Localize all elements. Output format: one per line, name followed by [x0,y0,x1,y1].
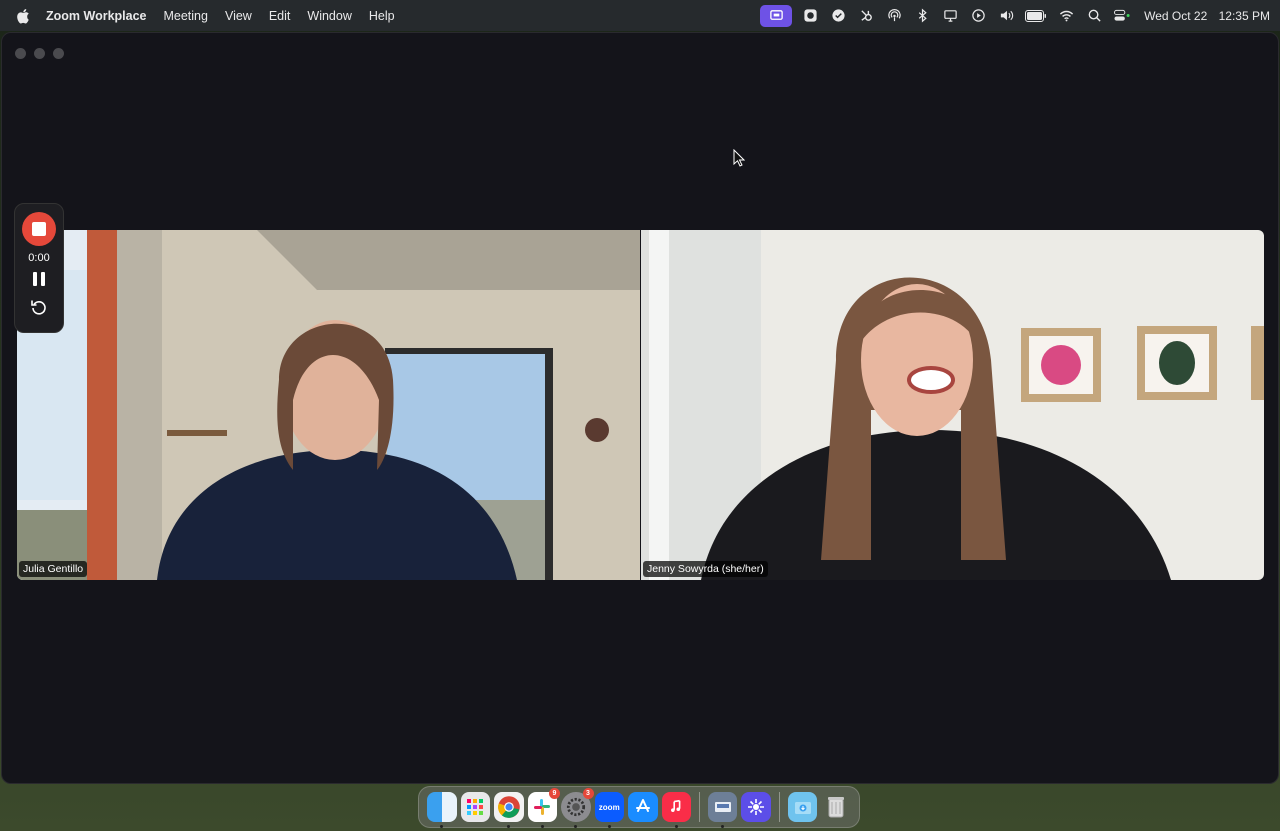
spotlight-search-icon[interactable] [1080,5,1108,27]
slack-badge: 9 [549,788,560,799]
slack-icon[interactable]: 9 [527,788,560,828]
menu-app-name[interactable]: Zoom Workplace [46,9,146,23]
zoom-meeting-window: 0:00 Julia Gentillo Jenny Sowyrda (she/h… [1,32,1279,784]
grammarly-icon[interactable] [824,5,852,27]
music-icon[interactable] [661,792,691,828]
menu-bar: Zoom Workplace Meeting View Edit Window … [0,0,1280,31]
minimize-window-button[interactable] [34,48,45,59]
ai-assistant-icon[interactable] [741,792,771,822]
participant-video-feed [641,230,1264,580]
wifi-icon[interactable] [1052,5,1080,27]
close-window-button[interactable] [15,48,26,59]
launchpad-icon[interactable] [460,792,490,822]
chrome-icon[interactable] [494,792,524,828]
menubar-time: 12:35 PM [1218,8,1270,23]
menu-help[interactable]: Help [369,9,395,23]
recording-timer: 0:00 [28,252,50,264]
menu-window[interactable]: Window [307,9,351,23]
video-tile-julia[interactable]: Julia Gentillo [17,230,640,580]
finder-icon[interactable] [427,792,457,828]
battery-icon[interactable] [1020,5,1052,27]
display-icon[interactable] [936,5,964,27]
recording-controls: 0:00 [14,203,64,333]
menu-meeting[interactable]: Meeting [163,9,207,23]
control-center-icon[interactable] [1108,5,1136,27]
participant-video-feed [17,230,640,580]
stop-recording-button[interactable] [22,212,56,246]
bluetooth-icon[interactable] [908,5,936,27]
restart-recording-icon[interactable] [30,298,48,316]
now-playing-icon[interactable] [964,5,992,27]
pause-icon [33,272,37,286]
macos-dock: 9 3 zoom [418,786,860,828]
airdrop-icon[interactable] [880,5,908,27]
apple-icon[interactable] [16,8,30,24]
zoom-window-button[interactable] [53,48,64,59]
dock-separator [699,792,700,822]
mouse-cursor-icon [733,149,745,167]
stop-icon [32,222,46,236]
status-area: Wed Oct 22 12:35 PM [760,4,1270,27]
system-settings-icon[interactable]: 3 [561,788,594,828]
zoom-app-label: zoom [598,802,620,812]
zoom-share-icon[interactable] [760,4,793,27]
window-controls [15,48,64,59]
volume-icon[interactable] [992,5,1020,27]
participant-name-tag: Jenny Sowyrda (she/her) [643,561,768,577]
preview-icon[interactable] [707,792,738,828]
app-store-icon[interactable] [628,792,658,822]
menubar-clock[interactable]: Wed Oct 22 12:35 PM [1144,9,1270,23]
downloads-folder-icon[interactable] [787,792,818,822]
settings-badge: 3 [582,788,594,799]
zoom-app-icon[interactable]: zoom [594,792,624,828]
hubspot-icon[interactable] [852,5,880,27]
dock-separator [778,792,780,822]
menu-view[interactable]: View [225,9,252,23]
video-tile-jenny[interactable]: Jenny Sowyrda (she/her) [641,230,1264,580]
trash-icon[interactable] [821,792,851,822]
menubar-date: Wed Oct 22 [1144,8,1208,23]
menu-edit[interactable]: Edit [269,9,291,23]
participant-name-tag: Julia Gentillo [19,561,88,577]
pause-recording-button[interactable] [33,272,45,286]
aperture-icon[interactable] [796,5,824,27]
